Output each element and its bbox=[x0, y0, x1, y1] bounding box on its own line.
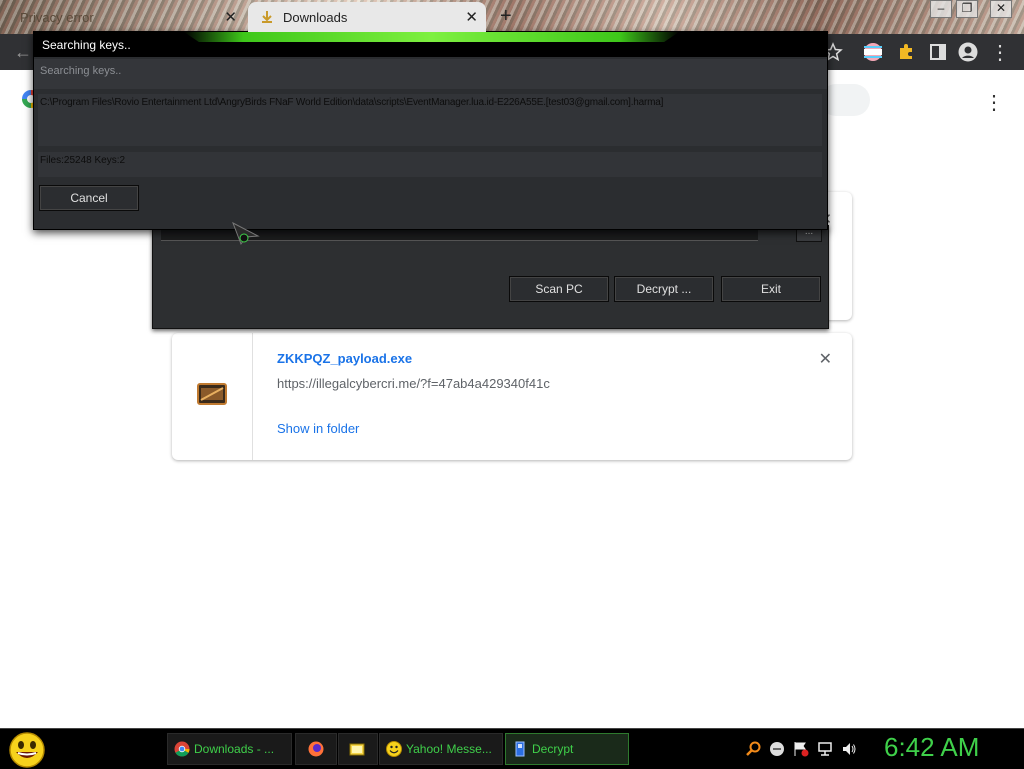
account-avatar-icon[interactable] bbox=[958, 42, 978, 62]
task-label: Decrypt bbox=[532, 742, 574, 756]
close-window-button[interactable]: ✕ bbox=[990, 0, 1012, 18]
dialog-titlebar[interactable]: Searching keys.. bbox=[34, 32, 827, 57]
remove-download-icon[interactable]: ✕ bbox=[819, 349, 832, 369]
tab-downloads[interactable]: Downloads ✕ bbox=[248, 2, 486, 32]
firefox-icon bbox=[308, 741, 324, 757]
current-file-path: C:\Program Files\Rovio Entertainment Ltd… bbox=[40, 97, 664, 108]
task-folder[interactable] bbox=[338, 733, 378, 765]
download-url[interactable]: https://illegalcybercri.me/?f=47ab4a4293… bbox=[277, 376, 550, 391]
taskbar-clock[interactable]: 6:42 AM bbox=[884, 732, 979, 763]
chrome-icon bbox=[174, 741, 190, 757]
status-face-icon[interactable] bbox=[769, 741, 785, 757]
folder-icon bbox=[349, 743, 365, 756]
action-center-flag-icon[interactable] bbox=[793, 741, 809, 757]
files-keys-count: Files:25248 Keys:2 bbox=[40, 155, 126, 166]
taskbar: Downloads - ... Yahoo! Messe... Decrypt bbox=[0, 728, 1024, 769]
show-in-folder-link[interactable]: Show in folder bbox=[277, 421, 359, 436]
task-downloads-chrome[interactable]: Downloads - ... bbox=[167, 733, 292, 765]
mouse-cursor-icon bbox=[232, 222, 260, 246]
cancel-button[interactable]: Cancel bbox=[39, 185, 139, 211]
network-icon[interactable] bbox=[817, 741, 833, 757]
page-menu-icon[interactable]: ⋮ bbox=[984, 90, 1004, 115]
task-decrypt[interactable]: Decrypt bbox=[505, 733, 629, 765]
extensions-puzzle-icon[interactable] bbox=[896, 42, 916, 62]
tab-privacy-error[interactable]: Privacy error ✕ bbox=[10, 2, 245, 32]
download-file-name[interactable]: ZKKPQZ_payload.exe bbox=[277, 351, 412, 366]
download-card: ZKKPQZ_payload.exe https://illegalcyberc… bbox=[172, 333, 852, 460]
dialog-title: Searching keys.. bbox=[42, 38, 131, 52]
task-firefox[interactable] bbox=[295, 733, 337, 765]
chrome-menu-icon[interactable]: ⋮ bbox=[990, 40, 1010, 65]
status-bar: Searching keys.. bbox=[34, 59, 827, 89]
exe-file-icon bbox=[197, 383, 227, 405]
status-text: Searching keys.. bbox=[40, 65, 122, 77]
tab-close-icon[interactable]: ✕ bbox=[465, 8, 478, 26]
file-icon-cell bbox=[172, 333, 253, 460]
new-tab-button[interactable]: + bbox=[500, 5, 512, 28]
decrypt-button[interactable]: Decrypt ... bbox=[614, 276, 714, 302]
restore-button[interactable]: ❐ bbox=[956, 0, 978, 18]
current-file-box: C:\Program Files\Rovio Entertainment Ltd… bbox=[38, 94, 822, 146]
task-yahoo-messenger[interactable]: Yahoo! Messe... bbox=[379, 733, 503, 765]
back-arrow-icon[interactable]: ← bbox=[14, 42, 32, 63]
tab-title: Privacy error bbox=[20, 10, 94, 25]
tab-title: Downloads bbox=[283, 10, 348, 25]
start-smiley-icon[interactable] bbox=[8, 732, 46, 768]
searching-keys-dialog: Searching keys.. Searching keys.. C:\Pro… bbox=[33, 31, 828, 230]
volume-icon[interactable] bbox=[841, 741, 857, 757]
yahoo-messenger-icon bbox=[386, 741, 402, 757]
search-icon[interactable] bbox=[745, 741, 761, 757]
minimize-button[interactable]: – bbox=[930, 0, 952, 18]
profile-flag-icon[interactable] bbox=[863, 42, 883, 62]
decrypt-app-icon bbox=[515, 741, 525, 757]
task-label: Yahoo! Messe... bbox=[406, 742, 492, 756]
scan-pc-button[interactable]: Scan PC bbox=[509, 276, 609, 302]
count-box: Files:25248 Keys:2 bbox=[38, 152, 822, 177]
tab-close-icon[interactable]: ✕ bbox=[224, 8, 237, 26]
task-label: Downloads - ... bbox=[194, 742, 275, 756]
exit-button[interactable]: Exit bbox=[721, 276, 821, 302]
titlebar-glow bbox=[184, 32, 679, 42]
side-panel-icon[interactable] bbox=[928, 42, 948, 62]
download-icon bbox=[262, 11, 272, 23]
